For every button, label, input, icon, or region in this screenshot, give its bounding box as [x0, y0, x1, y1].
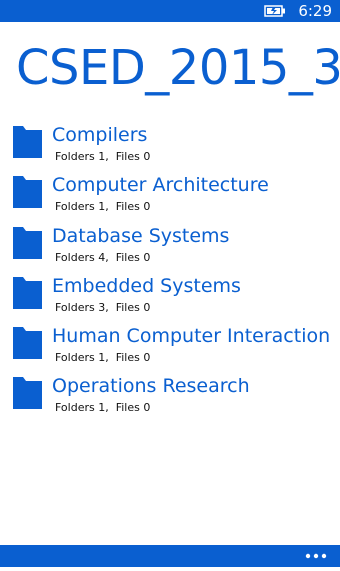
battery-icon — [264, 5, 285, 17]
folder-name: Database Systems — [52, 224, 230, 247]
folder-meta: Folders 3, Files 0 — [55, 300, 151, 314]
folder-item-database-systems[interactable]: Database Systems Folders 4, Files 0 — [0, 221, 340, 271]
folder-meta: Folders 1, Files 0 — [55, 200, 151, 214]
app-bar — [0, 545, 340, 567]
page-title: CSED_2015_3rd — [16, 40, 340, 96]
folder-item-compilers[interactable]: Compilers Folders 1, Files 0 — [0, 120, 340, 170]
folder-icon — [13, 276, 42, 309]
folder-item-operations-research[interactable]: Operations Research Folders 1, Files 0 — [0, 371, 340, 421]
folder-meta: Folders 1, Files 0 — [55, 401, 151, 415]
folder-name: Computer Architecture — [52, 174, 269, 197]
status-time: 6:29 — [298, 2, 332, 20]
folder-item-embedded-systems[interactable]: Embedded Systems Folders 3, Files 0 — [0, 271, 340, 321]
more-icon — [305, 553, 327, 559]
folder-name: Compilers — [52, 124, 148, 146]
folder-meta: Folders 4, Files 0 — [55, 250, 151, 264]
folder-item-computer-architecture[interactable]: Computer Architecture Folders 1, Files 0 — [0, 170, 340, 220]
folder-icon — [13, 226, 42, 259]
more-button[interactable] — [302, 545, 330, 567]
folder-name: Embedded Systems — [52, 274, 241, 297]
folder-meta: Folders 1, Files 0 — [55, 351, 151, 365]
folder-icon — [13, 176, 42, 209]
folder-name: Human Computer Interaction — [52, 325, 331, 348]
folder-list: Compilers Folders 1, Files 0 Computer Ar… — [0, 120, 340, 422]
folder-item-human-computer-interaction[interactable]: Human Computer Interaction Folders 1, Fi… — [0, 321, 340, 371]
folder-icon — [13, 126, 42, 158]
folder-icon — [13, 327, 42, 360]
folder-meta: Folders 1, Files 0 — [55, 150, 151, 163]
folder-icon — [13, 377, 42, 410]
status-bar: 6:29 — [0, 0, 340, 22]
folder-name: Operations Research — [52, 375, 250, 398]
